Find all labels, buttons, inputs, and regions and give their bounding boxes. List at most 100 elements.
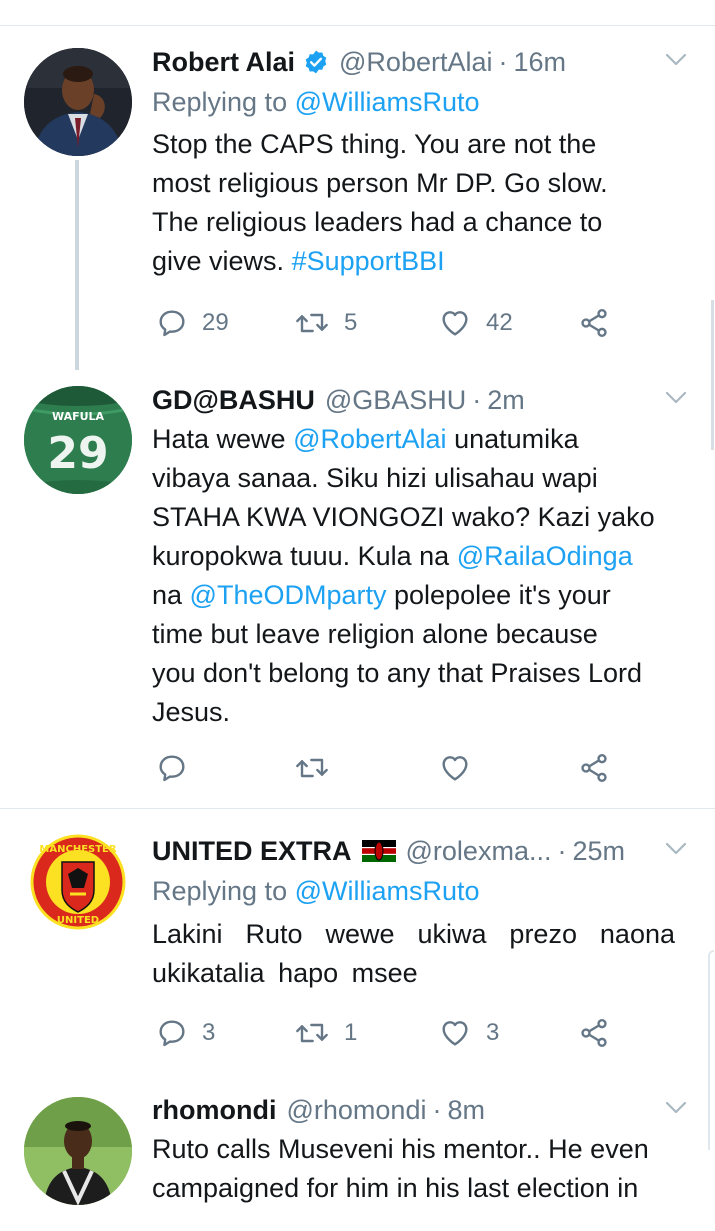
thread-separator [0, 808, 715, 809]
mention-link[interactable]: @RailaOdinga [457, 541, 633, 571]
tweet-actions [152, 748, 632, 788]
user-handle[interactable]: @GBASHU [325, 380, 466, 420]
retweet-icon [294, 307, 330, 339]
tweet-text-fragment: Hata wewe [152, 424, 294, 454]
replying-to-prefix: Replying to [152, 876, 288, 906]
tweet-text-fragment: na [152, 580, 190, 610]
kenya-flag-icon [361, 833, 396, 862]
separator-dot: · [557, 836, 567, 866]
chevron-down-icon[interactable] [661, 382, 691, 412]
top-divider [0, 25, 715, 26]
retweet-icon [294, 1017, 330, 1049]
tweet-text-line: you don't belong to any that Praises Lor… [152, 658, 642, 688]
avatar[interactable] [24, 1097, 132, 1205]
separator-dot: · [472, 385, 482, 415]
tweet-actions: 29 5 42 [152, 303, 632, 343]
retweet-button[interactable] [294, 748, 344, 788]
user-handle[interactable]: @RobertAlai [339, 42, 492, 82]
scrollbar-edge[interactable] [708, 950, 714, 1150]
chevron-down-icon[interactable] [661, 1092, 691, 1122]
replying-to-prefix: Replying to [152, 87, 288, 117]
reply-button[interactable]: 3 [156, 1013, 215, 1053]
heart-icon [438, 752, 472, 784]
tweet-text-line: Stop the CAPS thing. You are not the [152, 129, 597, 159]
reply-button[interactable]: 29 [156, 303, 229, 343]
replying-to-mention[interactable]: @WilliamsRuto [295, 87, 480, 117]
verified-badge-icon [303, 46, 329, 74]
separator-dot: · [432, 1095, 442, 1125]
retweet-count: 1 [344, 1019, 358, 1046]
thread-connector-line [75, 160, 79, 370]
share-button[interactable] [578, 1013, 610, 1053]
avatar[interactable] [24, 48, 132, 156]
tweet-text-line: most religious person Mr DP. Go slow. [152, 168, 608, 198]
tweet-text-line: kuropokwa tuuu. Kula na @RailaOdinga [152, 537, 691, 576]
chevron-down-icon[interactable] [661, 44, 691, 74]
timestamp[interactable]: 2m [487, 380, 525, 420]
chevron-down-icon[interactable] [661, 833, 691, 863]
tweet-text-fragment: unatumika [446, 424, 579, 454]
tweet-text-fragment: kuropokwa tuuu. Kula na [152, 541, 457, 571]
retweet-button[interactable]: 5 [294, 303, 357, 343]
like-button[interactable] [438, 748, 486, 788]
tweet-text-line: Ruto calls Museveni his mentor.. He even [152, 1134, 649, 1164]
timestamp[interactable]: 8m [447, 1090, 485, 1130]
reply-button[interactable] [156, 748, 202, 788]
reply-icon [156, 752, 188, 784]
replying-to-mention[interactable]: @WilliamsRuto [295, 876, 480, 906]
share-button[interactable] [578, 303, 610, 343]
tweet-text: Hata wewe @RobertAlai unatumika vibaya s… [152, 420, 691, 732]
retweet-button[interactable]: 1 [294, 1013, 357, 1053]
timestamp[interactable]: 16m [514, 42, 567, 82]
jersey-number: 29 [47, 428, 108, 479]
mention-link[interactable]: @RobertAlai [293, 424, 446, 454]
tweet-text-line: ukikatalia hapo msee [152, 958, 418, 988]
tweet-text-line: give views. #SupportBBI [152, 242, 691, 281]
retweet-icon [294, 752, 330, 784]
user-handle[interactable]: @rolexma... [406, 831, 552, 871]
crest-top-text: MANCHESTER [39, 844, 116, 855]
share-icon [578, 307, 610, 339]
share-button[interactable] [578, 748, 610, 788]
mention-link[interactable]: @TheODMparty [190, 580, 387, 610]
tweet-actions: 3 1 3 [152, 1013, 632, 1053]
reply-count: 3 [202, 1019, 216, 1046]
heart-icon [438, 1017, 472, 1049]
share-icon [578, 752, 610, 784]
avatar[interactable]: WAFULA 29 [24, 386, 132, 494]
timestamp[interactable]: 25m [572, 831, 625, 871]
reply-count: 29 [202, 309, 229, 336]
avatar[interactable]: MANCHESTER UNITED [24, 828, 132, 936]
reply-icon [156, 1017, 188, 1049]
tweet-header: Robert Alai @RobertAlai · 16m [152, 42, 691, 82]
tweet-text-line: Lakini Ruto wewe ukiwa prezo naona [152, 919, 675, 949]
scrollbar-indicator[interactable] [711, 300, 714, 450]
tweet-text-line: campaigned for him in his last election … [152, 1173, 639, 1203]
tweet-header: UNITED EXTRA @rolexma... · 25m [152, 831, 691, 871]
tweet-text-fragment: give views. [152, 246, 292, 276]
hashtag-link[interactable]: #SupportBBI [292, 246, 445, 276]
user-handle[interactable]: @rhomondi [286, 1090, 426, 1130]
share-icon [578, 1017, 610, 1049]
display-name[interactable]: UNITED EXTRA [152, 831, 352, 871]
like-button[interactable]: 3 [438, 1013, 499, 1053]
display-name[interactable]: Robert Alai [152, 42, 295, 82]
tweet-text-line: The religious leaders had a chance to [152, 207, 603, 237]
reply-icon [156, 307, 188, 339]
separator-dot: · [498, 47, 508, 77]
display-name[interactable]: GD@BASHU [152, 380, 315, 420]
tweet-text-fragment: polepolee it's your [386, 580, 611, 610]
jersey-name: WAFULA [52, 410, 105, 423]
tweet-header: GD@BASHU @GBASHU · 2m [152, 380, 691, 420]
display-name[interactable]: rhomondi [152, 1090, 276, 1130]
tweet-text: Lakini Ruto wewe ukiwa prezo naona ukika… [152, 915, 675, 993]
tweet-header: rhomondi @rhomondi · 8m [152, 1090, 691, 1130]
crest-bottom-text: UNITED [57, 915, 99, 926]
tweet-text-line: time but leave religion alone because [152, 619, 598, 649]
like-count: 3 [486, 1019, 500, 1046]
replying-to: Replying to @WilliamsRuto [152, 82, 691, 122]
tweet-text-line: STAHA KWA VIONGOZI wako? Kazi yako [152, 502, 655, 532]
replying-to: Replying to @WilliamsRuto [152, 871, 691, 911]
retweet-count: 5 [344, 309, 358, 336]
like-button[interactable]: 42 [438, 303, 513, 343]
